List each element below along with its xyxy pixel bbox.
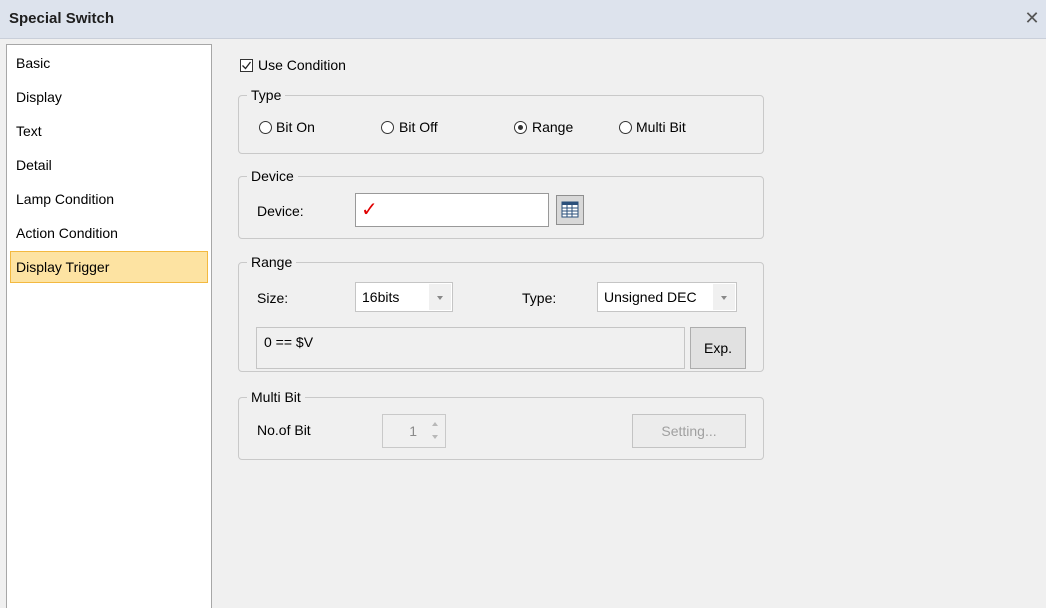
range-type-label: Type: <box>522 290 557 306</box>
sidebar-item-text[interactable]: Text <box>10 115 208 147</box>
sidebar-item-display-trigger[interactable]: Display Trigger <box>10 251 208 283</box>
spin-up-icon[interactable] <box>427 417 443 431</box>
radio-multi-bit-label[interactable]: Multi Bit <box>636 119 686 135</box>
sidebar-item-action-condition[interactable]: Action Condition <box>10 217 208 249</box>
device-picker-button[interactable] <box>556 195 584 225</box>
checkmark-icon <box>242 61 252 70</box>
radio-multi-bit[interactable] <box>619 121 632 134</box>
device-group-title: Device <box>247 167 298 185</box>
title-bar: Special Switch ✕ <box>0 0 1046 39</box>
device-label: Device: <box>257 203 304 219</box>
radio-bit-off[interactable] <box>381 121 394 134</box>
device-input[interactable]: ✓ <box>355 193 549 227</box>
setting-button[interactable]: Setting... <box>632 414 746 448</box>
spin-down-icon[interactable] <box>427 431 443 445</box>
multi-bit-group-title: Multi Bit <box>247 388 305 406</box>
use-condition-checkbox[interactable] <box>240 59 253 72</box>
device-value: ✓ <box>361 199 378 221</box>
chevron-down-icon[interactable] <box>429 284 451 310</box>
size-value: 16bits <box>362 289 400 305</box>
sidebar-item-basic[interactable]: Basic <box>10 47 208 79</box>
range-type-value: Unsigned DEC <box>604 289 697 305</box>
expression-field[interactable]: 0 == $V <box>256 327 685 369</box>
radio-range-label[interactable]: Range <box>532 119 573 135</box>
use-condition-label[interactable]: Use Condition <box>258 57 346 73</box>
sidebar: Basic Display Text Detail Lamp Condition… <box>6 44 212 608</box>
type-group-title: Type <box>247 86 286 104</box>
radio-selected-dot <box>518 125 523 130</box>
close-icon[interactable]: ✕ <box>1020 6 1044 30</box>
device-picker-icon <box>561 201 579 218</box>
exp-button[interactable]: Exp. <box>690 327 746 369</box>
radio-range[interactable] <box>514 121 527 134</box>
radio-bit-on[interactable] <box>259 121 272 134</box>
radio-bit-on-label[interactable]: Bit On <box>276 119 315 135</box>
sidebar-item-lamp-condition[interactable]: Lamp Condition <box>10 183 208 215</box>
expression-value: 0 == $V <box>264 334 314 350</box>
no-of-bit-label: No.of Bit <box>257 422 311 438</box>
size-select[interactable]: 16bits <box>355 282 453 312</box>
radio-bit-off-label[interactable]: Bit Off <box>399 119 438 135</box>
no-of-bit-value: 1 <box>409 423 417 439</box>
chevron-down-icon[interactable] <box>713 284 735 310</box>
window-title: Special Switch <box>9 10 115 27</box>
range-group-title: Range <box>247 253 297 271</box>
sidebar-item-detail[interactable]: Detail <box>10 149 208 181</box>
no-of-bit-spinner[interactable]: 1 <box>382 414 446 448</box>
range-type-select[interactable]: Unsigned DEC <box>597 282 737 312</box>
sidebar-item-display[interactable]: Display <box>10 81 208 113</box>
size-label: Size: <box>257 290 289 306</box>
